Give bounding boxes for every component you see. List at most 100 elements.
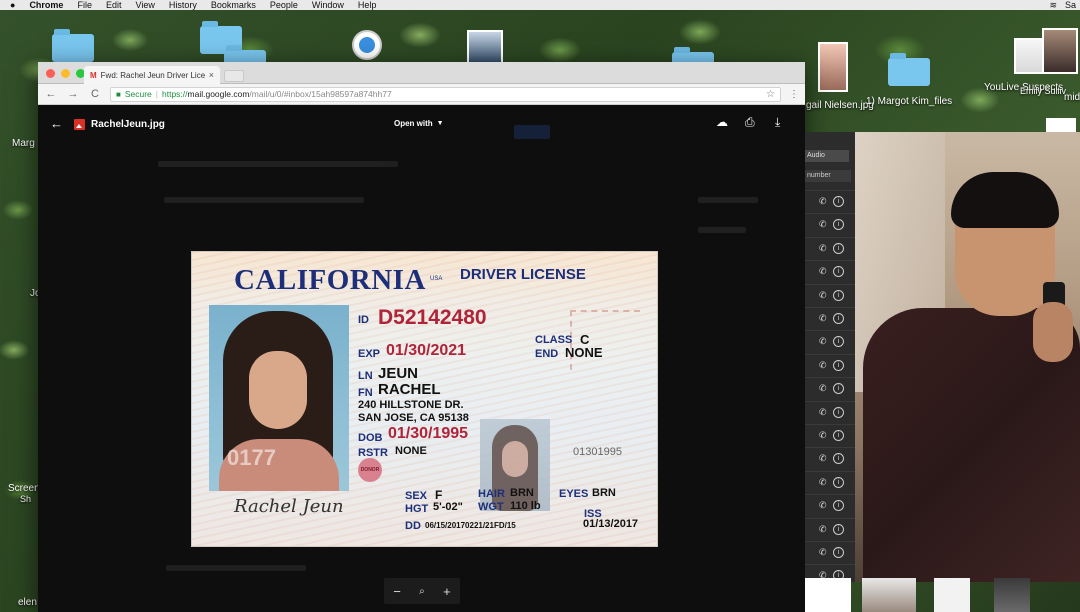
phone-icon[interactable]: ✆ [819,407,827,418]
reload-button[interactable]: C [88,88,102,100]
desktop-file-label[interactable]: mid [1064,92,1080,103]
close-tab-icon[interactable]: × [209,70,214,80]
close-window-button[interactable] [46,69,55,78]
phone-icon[interactable]: ✆ [819,500,827,511]
menu-history[interactable]: History [169,0,197,10]
add-to-drive-icon[interactable]: ☁ [716,115,728,129]
contact-row[interactable]: ✆ i [805,541,855,564]
back-button[interactable]: ← [44,88,58,100]
info-icon[interactable]: i [833,313,844,324]
zoom-fit-icon[interactable]: ⌕ [419,586,425,597]
contact-row[interactable]: ✆ i [805,213,855,236]
info-icon[interactable]: i [833,406,844,418]
desktop-file-label[interactable]: Marg [12,138,35,149]
pdf-file-thumbnail[interactable] [805,578,851,612]
contact-row[interactable]: ✆ i [805,377,855,400]
info-icon[interactable]: i [833,547,844,558]
url-text[interactable]: https://mail.google.com/mail/u/0/#inbox/… [162,89,762,99]
desktop-file-label[interactable]: gail Nielsen.jpg [806,100,874,111]
contact-row[interactable]: ✆ i [805,260,855,283]
contact-row[interactable]: ✆ i [805,494,855,517]
phone-icon[interactable]: ✆ [819,290,827,301]
info-icon[interactable]: i [833,219,844,231]
contact-row[interactable]: ✆ i [805,424,855,447]
desktop-file-label[interactable]: Screen [8,483,40,494]
desktop-file-label[interactable]: elen [18,597,37,608]
contact-row[interactable]: ✆ i [805,470,855,494]
phone-icon[interactable]: ✆ [819,547,827,558]
phone-icon[interactable]: ✆ [819,219,827,230]
phone-icon[interactable]: ✆ [819,477,827,488]
contact-row[interactable]: ✆ i [805,190,855,213]
info-icon[interactable]: i [833,500,844,512]
info-icon[interactable]: i [833,289,844,301]
tab-gmail[interactable]: M Fwd: Rachel Jeun Driver Licence × [84,66,220,84]
download-icon[interactable]: ⤓ [775,115,780,130]
phone-icon[interactable]: ✆ [819,266,827,277]
desktop-folder-label[interactable]: 1) Margot Kim_files [866,96,952,107]
menu-clock[interactable]: Sa [1065,0,1076,10]
menu-file[interactable]: File [77,0,92,10]
contact-row[interactable]: ✆ i [805,283,855,307]
contact-row[interactable]: ✆ i [805,307,855,330]
minimize-window-button[interactable] [61,69,70,78]
open-with-button[interactable]: Open with ▼ [394,119,444,128]
phone-icon[interactable]: ✆ [819,313,827,324]
phone-icon[interactable]: ✆ [819,196,827,207]
info-icon[interactable]: i [833,266,844,278]
phone-icon[interactable]: ✆ [819,430,827,441]
info-icon[interactable]: i [833,476,844,488]
desktop-photo-thumbnail[interactable] [1042,28,1078,74]
phone-icon[interactable]: ✆ [819,453,827,464]
phone-icon[interactable]: ✆ [819,243,827,254]
phone-icon[interactable]: ✆ [819,336,827,347]
apple-menu-icon[interactable]: ● [10,0,15,10]
info-icon[interactable]: i [833,242,844,254]
contact-row[interactable]: ✆ i [805,447,855,470]
desktop-file-label[interactable]: Emily Sulliv [1020,86,1066,96]
wifi-icon[interactable]: ≋ [1049,0,1057,11]
phone-icon[interactable]: ✆ [819,383,827,394]
info-icon[interactable]: i [833,523,844,535]
menu-people[interactable]: People [270,0,298,10]
info-icon[interactable]: i [833,453,844,465]
contact-row[interactable]: ✆ i [805,353,855,377]
desktop-document-thumbnail[interactable] [934,578,970,612]
address-bar[interactable]: ■ Secure | https://mail.google.com/mail/… [110,86,781,102]
info-icon[interactable]: i [833,196,844,207]
print-icon[interactable]: ⎙ [745,115,755,130]
desktop-photo-thumbnail[interactable] [818,42,848,92]
desktop-folder-icon[interactable] [52,29,94,62]
zoom-in-button[interactable]: + [443,584,451,599]
back-arrow-icon[interactable]: ← [50,116,63,131]
phone-icon[interactable]: ✆ [819,524,827,535]
menu-window[interactable]: Window [312,0,344,10]
menu-app-name[interactable]: Chrome [29,0,63,10]
desktop-photo-thumbnail[interactable] [467,30,503,64]
contact-row[interactable]: ✆ i [805,517,855,541]
forward-button[interactable]: → [66,88,80,100]
menu-help[interactable]: Help [358,0,377,10]
chrome-menu-icon[interactable]: ⋮ [789,89,799,100]
desktop-document-thumbnail[interactable] [1046,118,1076,132]
new-tab-button[interactable] [224,70,244,82]
zoom-out-button[interactable]: − [393,584,401,599]
contact-row[interactable]: ✆ i [805,400,855,424]
menu-view[interactable]: View [135,0,154,10]
desktop-photo-thumbnail[interactable] [994,578,1030,612]
info-icon[interactable]: i [833,359,844,371]
phone-icon[interactable]: ✆ [819,360,827,371]
info-icon[interactable]: i [833,336,844,348]
bookmark-star-icon[interactable]: ☆ [766,89,775,100]
desktop-folder-icon[interactable] [888,53,930,86]
desktop-photo-thumbnail[interactable] [862,578,916,612]
info-icon[interactable]: i [833,383,844,395]
info-icon[interactable]: i [833,430,844,441]
safari-app-icon[interactable] [352,30,382,60]
contact-row[interactable]: ✆ i [805,236,855,260]
menu-bookmarks[interactable]: Bookmarks [211,0,256,10]
desktop-file-label[interactable]: Sh [20,494,31,504]
contact-row[interactable]: ✆ i [805,330,855,353]
number-field[interactable]: number [805,170,851,182]
audio-header[interactable]: Audio [805,150,849,162]
